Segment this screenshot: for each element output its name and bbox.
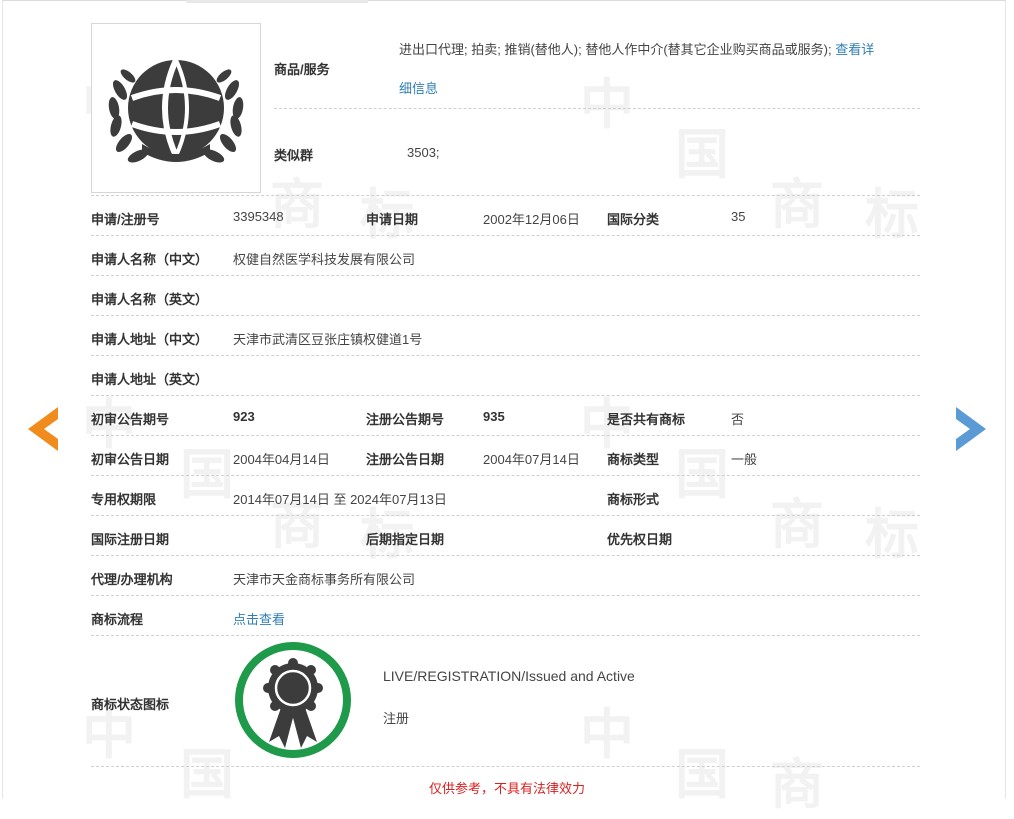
arrow-right-icon xyxy=(956,407,986,451)
status-en: LIVE/REGISTRATION/Issued and Active xyxy=(383,668,635,684)
prelim-date-label: 初审公告日期 xyxy=(91,452,170,467)
reg-issue-label: 注册公告期号 xyxy=(366,412,445,427)
agent-label: 代理/办理机构 xyxy=(91,572,173,587)
divider xyxy=(91,475,920,476)
prelim-issue-value: 923 xyxy=(233,409,255,424)
view-details-link[interactable]: 查看详 xyxy=(835,42,874,57)
app-no-value: 3395348 xyxy=(233,209,284,224)
next-button[interactable] xyxy=(954,405,988,456)
reg-date-value: 2004年07月14日 xyxy=(483,452,580,467)
prelim-issue-label: 初审公告期号 xyxy=(91,412,170,427)
tm-type-value: 一般 xyxy=(731,452,758,467)
priority-date-label: 优先权日期 xyxy=(607,532,673,547)
top-tab xyxy=(186,0,368,3)
address-cn-label: 申请人地址（中文） xyxy=(91,332,209,347)
similar-group-label: 类似群 xyxy=(274,148,314,163)
app-no-label: 申请/注册号 xyxy=(91,212,160,227)
divider xyxy=(91,275,920,276)
app-date-value: 2002年12月06日 xyxy=(483,212,580,227)
divider xyxy=(91,235,920,236)
applicant-cn-label: 申请人名称（中文） xyxy=(91,252,209,267)
divider xyxy=(91,355,920,356)
status-icon-label: 商标状态图标 xyxy=(91,697,170,712)
address-en-label: 申请人地址（英文） xyxy=(91,372,209,387)
goods-label: 商品/服务 xyxy=(274,62,330,77)
goods-text: 进出口代理; 拍卖; 推销(替他人); 替他人作中介(替其它企业购买商品或服务)… xyxy=(399,42,832,57)
shared-label: 是否共有商标 xyxy=(607,412,686,427)
trademark-image[interactable] xyxy=(91,23,261,193)
arrow-left-icon xyxy=(28,407,58,451)
applicant-en-label: 申请人名称（英文） xyxy=(91,292,209,307)
view-details-link-cont[interactable]: 细信息 xyxy=(399,78,438,97)
divider xyxy=(91,635,920,636)
top-border xyxy=(2,0,1006,5)
reg-date-label: 注册公告日期 xyxy=(366,452,445,467)
globe-laurel-logo-icon xyxy=(108,58,244,163)
process-label: 商标流程 xyxy=(91,612,144,627)
divider xyxy=(91,395,920,396)
applicant-cn-value: 权健自然医学科技发展有限公司 xyxy=(233,252,416,267)
disclaimer: 仅供参考，不具有法律效力 xyxy=(428,781,585,796)
reg-issue-value: 935 xyxy=(483,409,505,424)
exclusive-value: 2014年07月14日 至 2024年07月13日 xyxy=(233,492,447,507)
award-ribbon-icon xyxy=(233,640,353,763)
goods-text-line1: 进出口代理; 拍卖; 推销(替他人); 替他人作中介(替其它企业购买商品或服务)… xyxy=(399,39,874,58)
tm-form-label: 商标形式 xyxy=(607,492,660,507)
divider xyxy=(91,435,920,436)
intl-class-label: 国际分类 xyxy=(607,212,660,227)
prelim-date-value: 2004年04月14日 xyxy=(233,452,330,467)
exclusive-label: 专用权期限 xyxy=(91,492,157,507)
divider xyxy=(91,195,920,196)
later-date-label: 后期指定日期 xyxy=(366,532,445,547)
intl-reg-date-label: 国际注册日期 xyxy=(91,532,170,547)
intl-class-value: 35 xyxy=(731,209,746,224)
divider xyxy=(91,595,920,596)
divider xyxy=(91,766,920,767)
prev-button[interactable] xyxy=(26,405,60,456)
divider xyxy=(91,555,920,556)
divider xyxy=(274,108,920,109)
process-link[interactable]: 点击查看 xyxy=(233,609,285,628)
agent-value: 天津市天金商标事务所有限公司 xyxy=(233,572,416,587)
similar-group-value: 3503; xyxy=(407,145,440,160)
app-date-label: 申请日期 xyxy=(366,212,419,227)
status-cn: 注册 xyxy=(383,711,410,726)
divider xyxy=(91,515,920,516)
divider xyxy=(91,315,920,316)
address-cn-value: 天津市武清区豆张庄镇权健道1号 xyxy=(233,332,423,347)
shared-value: 否 xyxy=(731,412,745,427)
tm-type-label: 商标类型 xyxy=(607,452,660,467)
